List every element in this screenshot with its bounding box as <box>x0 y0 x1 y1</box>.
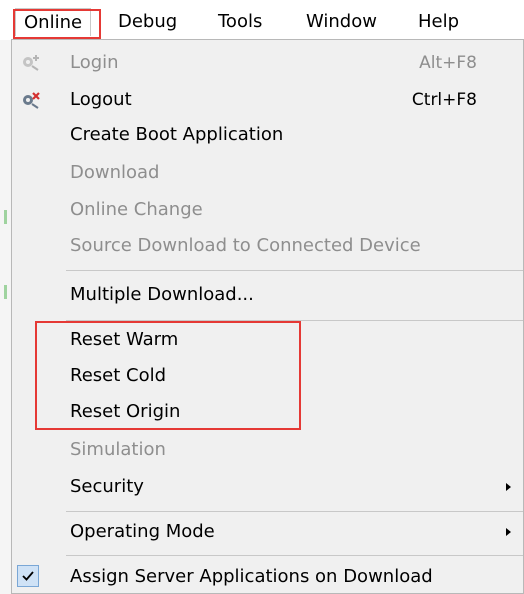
menu-label: Reset Origin <box>70 401 181 422</box>
submenu-arrow-icon <box>506 483 511 491</box>
menu-item-security[interactable]: Security <box>12 470 523 504</box>
menubar-online[interactable]: Online <box>15 8 92 36</box>
menu-separator <box>66 270 523 271</box>
menu-label: Download <box>70 162 160 183</box>
menu-item-create-boot-application[interactable]: Create Boot Application <box>12 118 523 152</box>
menubar-tools[interactable]: Tools <box>210 8 270 36</box>
menubar-window[interactable]: Window <box>298 8 385 36</box>
menu-label: Operating Mode <box>70 521 215 542</box>
background-marker <box>4 285 7 299</box>
menu-separator <box>66 555 523 556</box>
menu-item-operating-mode[interactable]: Operating Mode <box>12 515 523 549</box>
menu-item-login[interactable]: Login Alt+F8 <box>12 46 523 80</box>
menu-label: Logout <box>70 89 132 110</box>
background-marker <box>4 210 7 224</box>
checkmark-icon <box>17 565 39 587</box>
menu-label: Security <box>70 476 144 497</box>
menu-separator <box>66 320 523 321</box>
menu-item-download[interactable]: Download <box>12 156 523 190</box>
login-icon <box>20 53 42 73</box>
online-dropdown-menu: Login Alt+F8 Logout Ctrl+F8 Create Boot … <box>11 39 524 594</box>
menu-shortcut: Ctrl+F8 <box>411 90 477 110</box>
menu-item-multiple-download[interactable]: Multiple Download... <box>12 278 523 312</box>
menu-label: Create Boot Application <box>70 124 284 145</box>
menu-item-assign-server-applications[interactable]: Assign Server Applications on Download <box>12 560 523 594</box>
menu-label: Assign Server Applications on Download <box>70 566 433 587</box>
menu-item-source-download[interactable]: Source Download to Connected Device <box>12 229 523 263</box>
menu-label: Reset Cold <box>70 365 167 386</box>
menu-separator <box>66 511 523 512</box>
menu-item-online-change[interactable]: Online Change <box>12 193 523 227</box>
menubar-help[interactable]: Help <box>410 8 467 36</box>
submenu-arrow-icon <box>506 528 511 536</box>
menu-item-reset-warm[interactable]: Reset Warm <box>12 323 523 357</box>
menu-item-reset-cold[interactable]: Reset Cold <box>12 359 523 393</box>
logout-icon <box>20 90 42 110</box>
menu-label: Multiple Download... <box>70 284 254 305</box>
menu-label: Online Change <box>70 199 203 220</box>
menu-label: Login <box>70 52 119 73</box>
menubar-debug[interactable]: Debug <box>110 8 185 36</box>
menu-shortcut: Alt+F8 <box>419 53 477 73</box>
menu-item-reset-origin[interactable]: Reset Origin <box>12 395 523 429</box>
menu-label: Reset Warm <box>70 329 179 350</box>
menu-item-logout[interactable]: Logout Ctrl+F8 <box>12 83 523 117</box>
menu-item-simulation[interactable]: Simulation <box>12 433 523 467</box>
menu-label: Simulation <box>70 439 166 460</box>
menu-label: Source Download to Connected Device <box>70 235 421 256</box>
menu-bar: Online Debug Tools Window Help <box>0 0 524 40</box>
